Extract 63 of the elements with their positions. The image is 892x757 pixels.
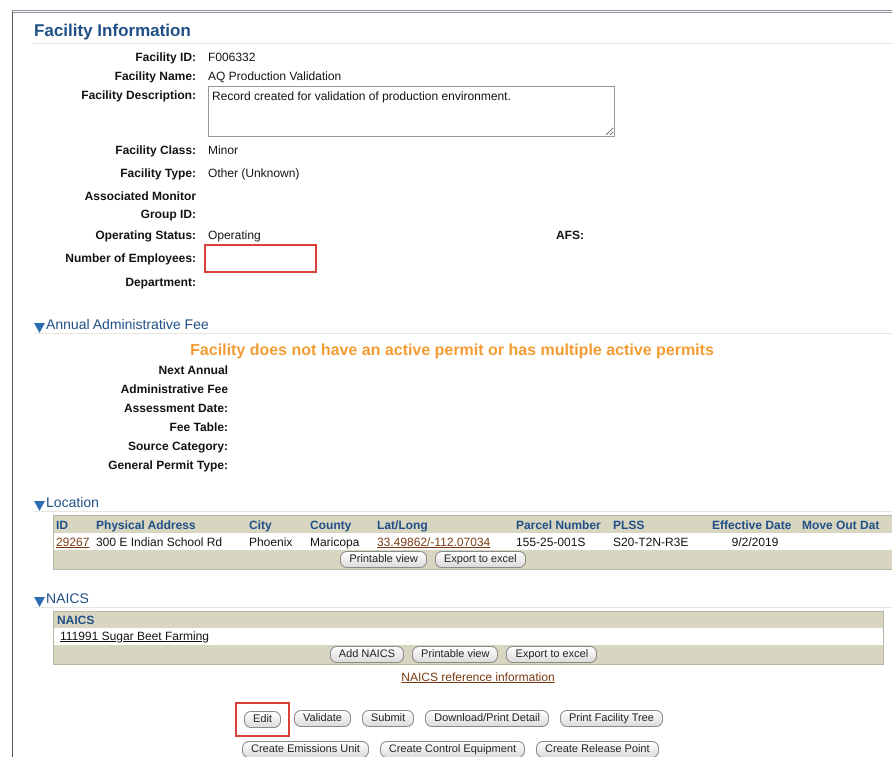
collapse-triangle-icon[interactable] bbox=[34, 500, 45, 511]
field-label: Department: bbox=[124, 274, 197, 291]
field-label: Assessment Date: bbox=[122, 400, 228, 417]
column-header: Parcel Number bbox=[515, 516, 602, 534]
table-cell-text: S20-T2N-R3E bbox=[612, 534, 690, 550]
field-label: Facility Class: bbox=[114, 142, 197, 159]
reference-link[interactable]: NAICS reference information bbox=[401, 670, 555, 684]
table-cell-text: 9/2/2019 bbox=[730, 534, 780, 550]
section-title: Annual Administrative Fee bbox=[46, 315, 209, 333]
field-label: Number of Employees: bbox=[64, 250, 197, 267]
notice-message: Facility does not have an active permit or has multiple active permits bbox=[189, 341, 715, 361]
description-field[interactable]: Record created for validation of production environment. bbox=[208, 86, 615, 137]
field-value: AQ Production Validation bbox=[208, 68, 342, 85]
column-header: City bbox=[248, 516, 273, 534]
action-button[interactable]: Export to excel bbox=[506, 646, 598, 663]
naics-link[interactable]: 111991 Sugar Beet Farming bbox=[60, 629, 209, 643]
action-button[interactable]: Printable view bbox=[340, 551, 427, 568]
action-button[interactable]: Printable view bbox=[412, 646, 498, 663]
field-label: Source Category: bbox=[126, 438, 228, 455]
section-title: Location bbox=[46, 493, 99, 511]
field-value: Operating bbox=[208, 227, 262, 244]
action-button[interactable]: Add NAICS bbox=[330, 646, 404, 663]
action-button[interactable]: Create Release Point bbox=[536, 741, 659, 757]
field-label: Operating Status: bbox=[94, 227, 197, 244]
field-label: General Permit Type: bbox=[107, 457, 228, 474]
table-cell-text: Phoenix bbox=[248, 534, 294, 550]
column-header: County bbox=[309, 516, 352, 534]
action-button[interactable]: Validate bbox=[294, 710, 351, 727]
action-button[interactable]: Export to excel bbox=[434, 551, 526, 568]
field-value: F006332 bbox=[208, 49, 256, 66]
action-button[interactable]: Edit bbox=[244, 711, 281, 728]
field-label: Facility Type: bbox=[119, 165, 197, 182]
action-button[interactable]: Download/Print Detail bbox=[425, 710, 549, 727]
field-value: Minor bbox=[208, 142, 240, 159]
action-button[interactable]: Print Facility Tree bbox=[560, 710, 663, 727]
field-value: Other (Unknown) bbox=[208, 165, 300, 182]
field-label: Associated Monitor Group ID: bbox=[84, 188, 197, 223]
section-title: NAICS bbox=[46, 589, 89, 607]
collapse-triangle-icon[interactable] bbox=[34, 596, 45, 607]
field-label: Facility ID: bbox=[134, 49, 197, 66]
table-link[interactable]: 33.49862/-112.07034 bbox=[377, 534, 490, 548]
action-button[interactable]: Create Control Equipment bbox=[380, 741, 526, 757]
table-cell-text: Maricopa bbox=[309, 534, 360, 550]
column-header: PLSS bbox=[612, 516, 646, 534]
column-header: NAICS bbox=[56, 612, 96, 628]
collapse-triangle-icon[interactable] bbox=[34, 322, 45, 333]
table-cell-text: 300 E Indian School Rd bbox=[95, 534, 224, 550]
column-header: ID bbox=[55, 516, 69, 534]
column-header: Lat/Long bbox=[376, 516, 429, 534]
field-label: Fee Table: bbox=[168, 419, 228, 436]
column-header: Move Out Dat bbox=[801, 516, 880, 534]
field-label: Next Annual Administrative Fee bbox=[120, 362, 228, 398]
column-header: Physical Address bbox=[95, 516, 197, 534]
table-cell-text: 155-25-001S bbox=[515, 534, 586, 550]
action-button[interactable]: Submit bbox=[362, 710, 414, 727]
column-header: Effective Date bbox=[711, 516, 792, 534]
field-label: Facility Name: bbox=[114, 68, 197, 85]
table-link[interactable]: 29267 bbox=[56, 534, 90, 548]
section-title: Facility Information bbox=[33, 21, 892, 44]
action-button[interactable]: Create Emissions Unit bbox=[242, 741, 369, 757]
field-label: AFS: bbox=[556, 227, 584, 244]
employees-field[interactable] bbox=[204, 244, 317, 272]
field-label: Facility Description: bbox=[80, 87, 197, 104]
